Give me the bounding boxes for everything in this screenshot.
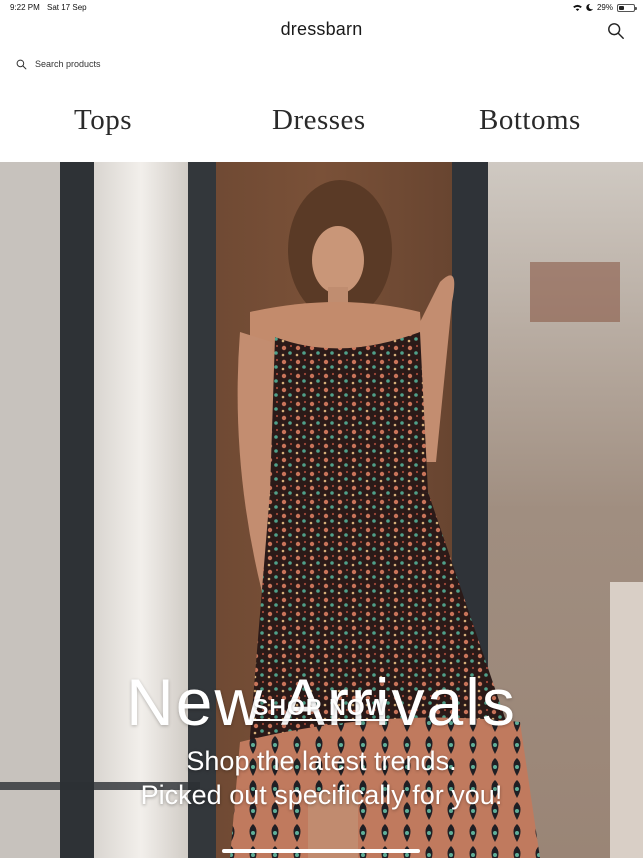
search-icon: [16, 59, 27, 69]
shop-now-button[interactable]: SHOP NOW: [253, 694, 388, 721]
status-date: Sat 17 Sep: [47, 3, 87, 12]
search-bar[interactable]: [16, 55, 235, 73]
hero-subtitle-line2: Picked out specifically for you!: [140, 780, 503, 810]
battery-level: [619, 5, 624, 10]
status-bar: 9:22 PM Sat 17 Sep 29%: [0, 0, 643, 16]
search-input[interactable]: [35, 59, 235, 69]
status-indicators: 29%: [573, 3, 637, 12]
app-header: dressbarn: [0, 16, 643, 48]
battery-percent: 29%: [596, 3, 613, 12]
search-icon[interactable]: [607, 22, 625, 40]
hero-subtitle-line1: Shop the latest trends.: [186, 746, 457, 776]
status-time: 9:22 PM: [10, 3, 40, 12]
moon-icon: [586, 4, 593, 11]
hero-banner[interactable]: New Arrivals Shop the latest trends. Pic…: [0, 162, 643, 858]
brand-logo[interactable]: dressbarn: [0, 19, 643, 40]
category-nav: Tops Dresses Bottoms: [0, 96, 643, 156]
battery-icon: [617, 3, 637, 12]
category-dresses[interactable]: Dresses: [272, 104, 366, 137]
category-bottoms[interactable]: Bottoms: [479, 104, 581, 137]
wifi-icon: [573, 4, 582, 11]
category-tops[interactable]: Tops: [74, 104, 132, 137]
home-indicator[interactable]: [222, 849, 420, 853]
